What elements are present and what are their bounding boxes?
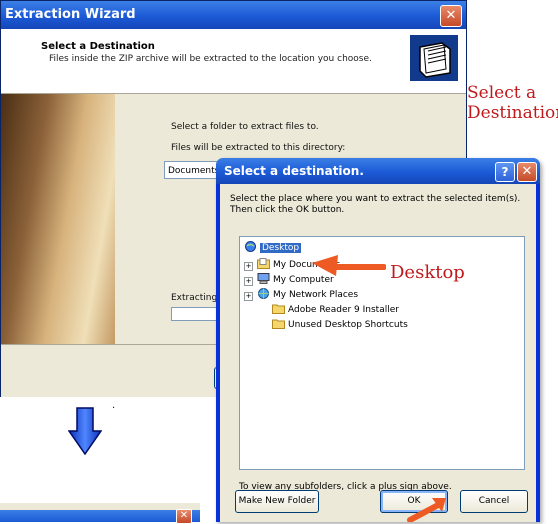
dialog-title: Select a destination. (224, 164, 364, 178)
wizard-side-image (1, 94, 115, 344)
down-arrow-icon (68, 407, 102, 455)
expand-my-computer-icon[interactable]: + (244, 277, 253, 286)
expand-my-documents-icon[interactable]: + (244, 262, 253, 271)
tree-label-unused-shortcuts: Unused Desktop Shortcuts (288, 320, 408, 330)
extract-to-label: Files will be extracted to this director… (171, 143, 346, 153)
dialog-close-icon[interactable]: ✕ (517, 162, 537, 182)
make-new-folder-button[interactable]: Make New Folder (235, 490, 319, 513)
stray-mark: . (112, 400, 116, 411)
wizard-header-title: Select a Destination (41, 41, 155, 52)
wizard-header: Select a Destination Files inside the ZI… (1, 29, 466, 94)
zip-folder-logo-icon (410, 35, 458, 81)
annotation-desktop: Desktop (390, 262, 465, 283)
wizard-titlebar[interactable]: Extraction Wizard (1, 1, 466, 29)
wizard-title: Extraction Wizard (5, 7, 136, 22)
tree-label-network-places: My Network Places (273, 290, 359, 300)
select-folder-label: Select a folder to extract files to. (171, 122, 319, 132)
tree-label-desktop: Desktop (260, 243, 302, 253)
tree-label-adobe-reader-installer: Adobe Reader 9 Installer (288, 305, 399, 315)
folder-icon (272, 319, 285, 329)
dialog-instructions: Select the place where you want to extra… (230, 194, 521, 215)
tree-item-adobe-reader-installer[interactable]: Adobe Reader 9 Installer (272, 303, 399, 317)
tree-item-unused-shortcuts[interactable]: Unused Desktop Shortcuts (272, 318, 408, 332)
wizard-close-icon[interactable]: ✕ (440, 5, 462, 27)
folder-icon (272, 304, 285, 314)
annotation-destination: Destination (467, 103, 558, 123)
cancel-button[interactable]: Cancel (460, 490, 528, 513)
wizard-header-subtitle: Files inside the ZIP archive will be ext… (49, 54, 372, 64)
my-documents-icon (257, 258, 270, 269)
next-wizard-window: ✕ (0, 503, 200, 524)
tree-item-network-places[interactable]: My Network Places (257, 288, 358, 302)
help-icon[interactable]: ? (495, 162, 515, 182)
select-destination-dialog: Select a destination. ? ✕ Select the pla… (216, 158, 540, 522)
callout-arrow-desktop-icon (312, 255, 386, 276)
desktop-icon (245, 241, 256, 252)
network-places-icon (258, 288, 269, 299)
my-computer-icon (257, 273, 270, 284)
expand-network-places-icon[interactable]: + (244, 292, 253, 301)
annotation-select-a: Select a (467, 83, 537, 103)
callout-arrow-ok-icon (407, 498, 446, 522)
tree-item-desktop[interactable]: Desktop (244, 241, 302, 255)
next-wizard-titlebar (0, 510, 200, 522)
dialog-body: Select the place where you want to extra… (220, 184, 536, 522)
dialog-titlebar[interactable]: Select a destination. (216, 158, 540, 184)
